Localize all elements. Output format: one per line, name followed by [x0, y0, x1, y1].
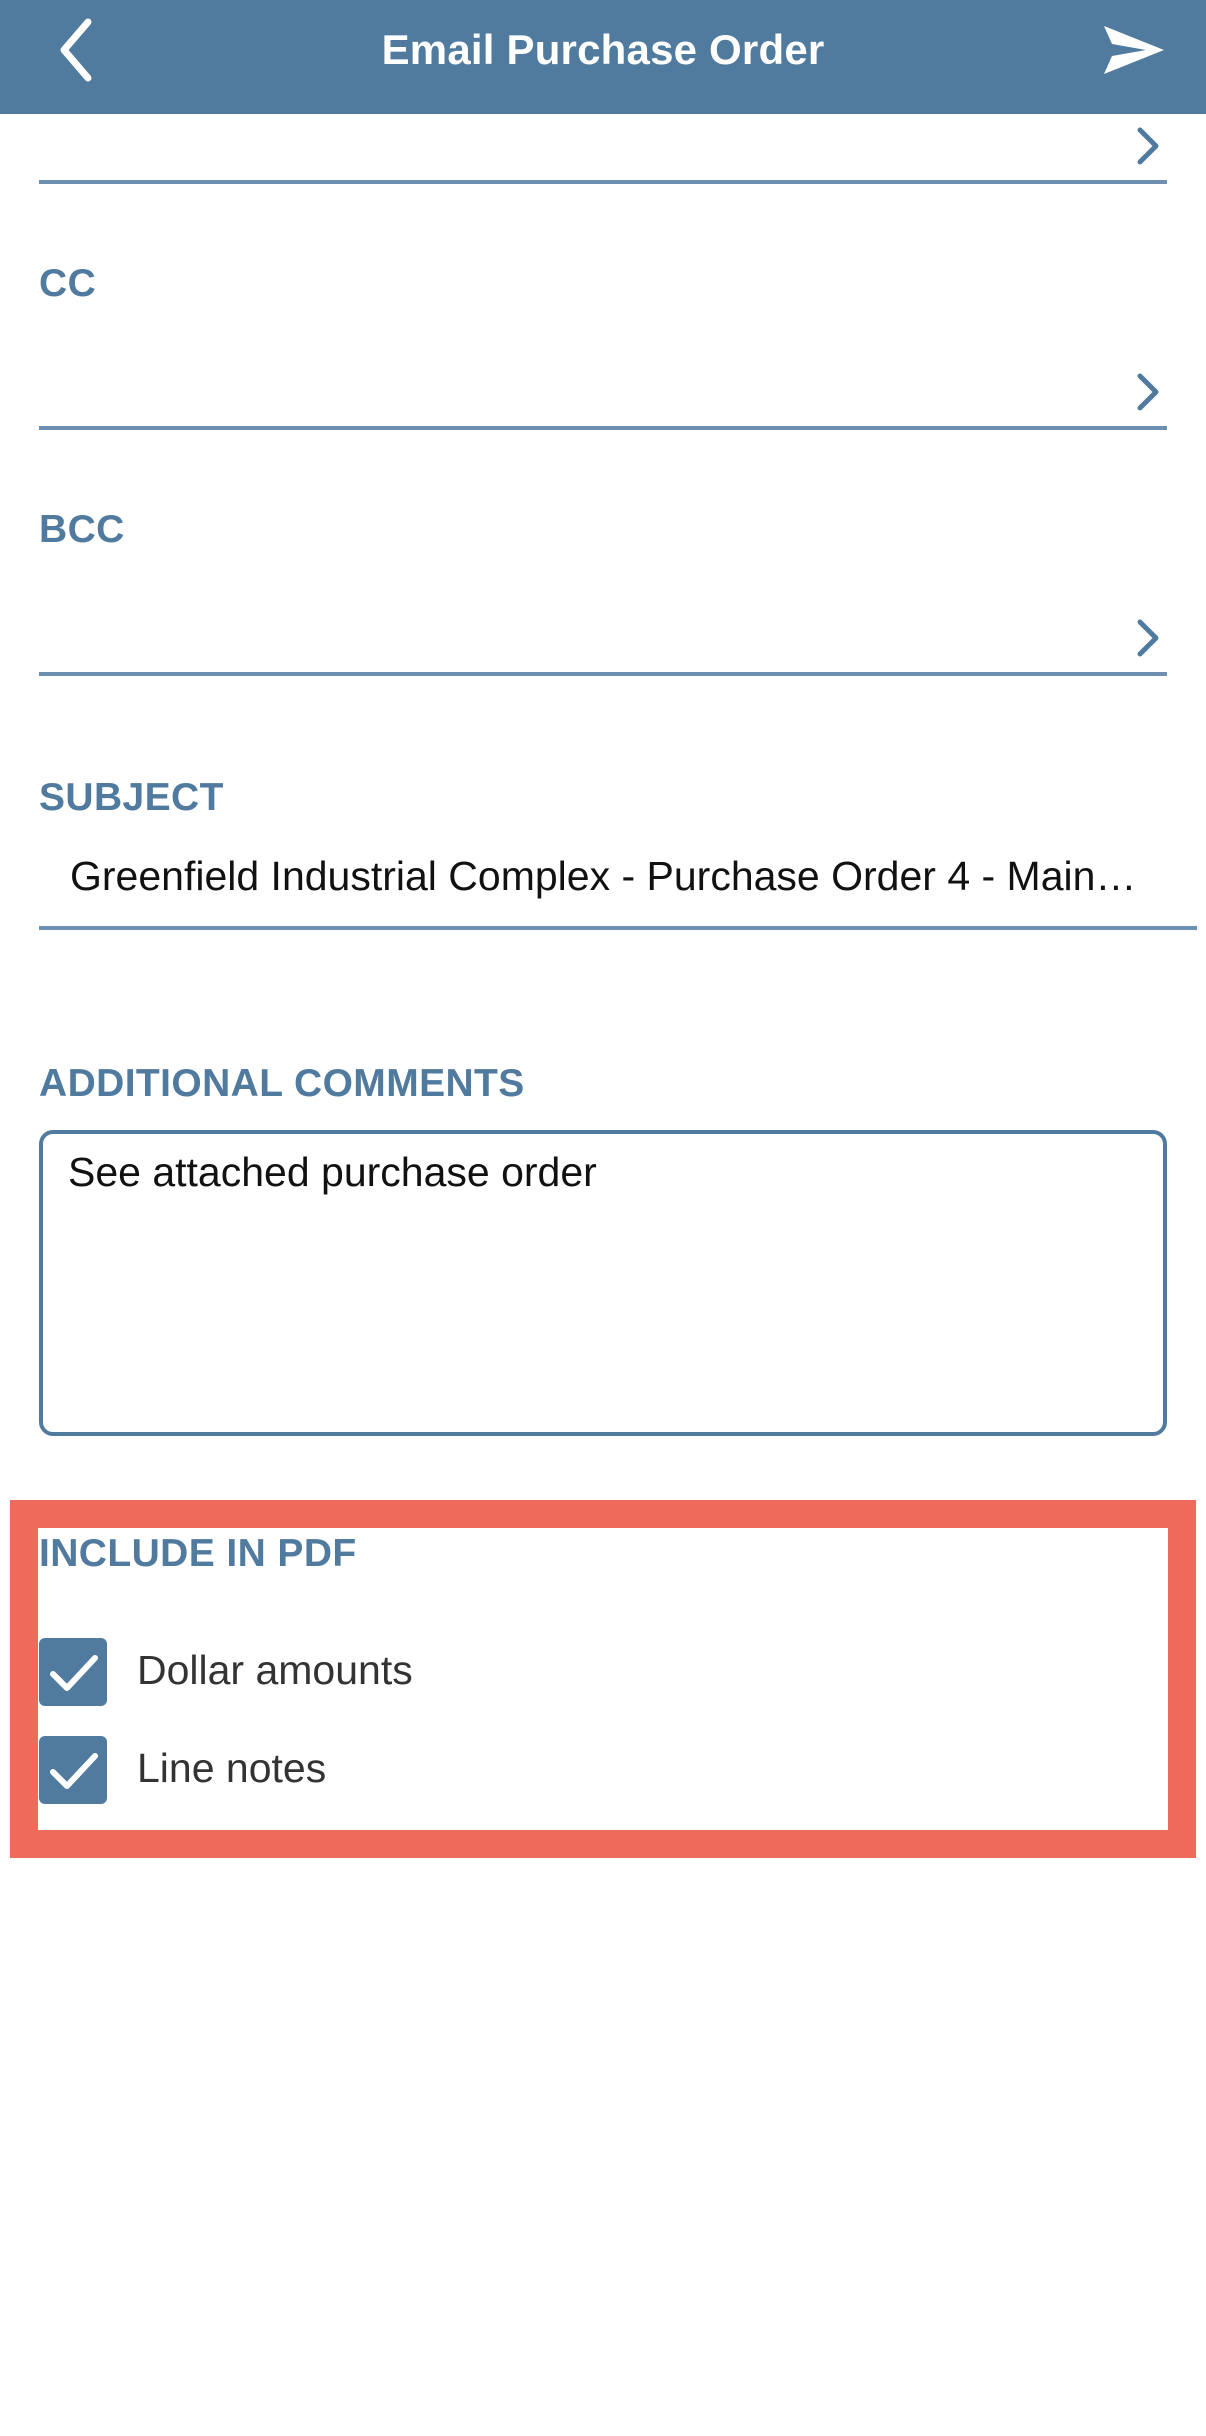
chevron-right-icon[interactable]: [1130, 370, 1170, 414]
cc-field[interactable]: [39, 320, 1167, 420]
include-in-pdf-label: INCLUDE IN PDF: [39, 1532, 357, 1575]
comments-label: ADDITIONAL COMMENTS: [39, 1062, 525, 1105]
chevron-right-icon[interactable]: [1130, 124, 1170, 168]
send-icon: [1104, 26, 1164, 74]
bcc-label: BCC: [39, 508, 125, 551]
subject-field[interactable]: Greenfield Industrial Complex - Purchase…: [70, 853, 1198, 900]
dollar-amounts-checkbox[interactable]: [39, 1638, 107, 1706]
bcc-field[interactable]: [39, 566, 1167, 666]
checkmark-icon: [50, 1753, 98, 1789]
to-field-underline: [39, 180, 1167, 184]
line-notes-label: Line notes: [137, 1745, 327, 1791]
comments-text: See attached purchase order: [68, 1149, 597, 1195]
send-button[interactable]: [1060, 10, 1170, 90]
subject-label: SUBJECT: [39, 776, 224, 819]
cc-field-underline: [39, 426, 1167, 430]
page-title: Email Purchase Order: [381, 26, 825, 73]
comments-textarea[interactable]: See attached purchase order: [39, 1130, 1167, 1436]
bcc-field-underline: [39, 672, 1167, 676]
dollar-amounts-label: Dollar amounts: [137, 1647, 413, 1693]
cc-label: CC: [39, 262, 97, 305]
line-notes-checkbox[interactable]: [39, 1736, 107, 1804]
chevron-right-icon[interactable]: [1130, 616, 1170, 660]
subject-field-underline: [39, 926, 1197, 930]
nav-bar: Email Purchase Order: [0, 0, 1206, 114]
checkmark-icon: [50, 1655, 98, 1691]
